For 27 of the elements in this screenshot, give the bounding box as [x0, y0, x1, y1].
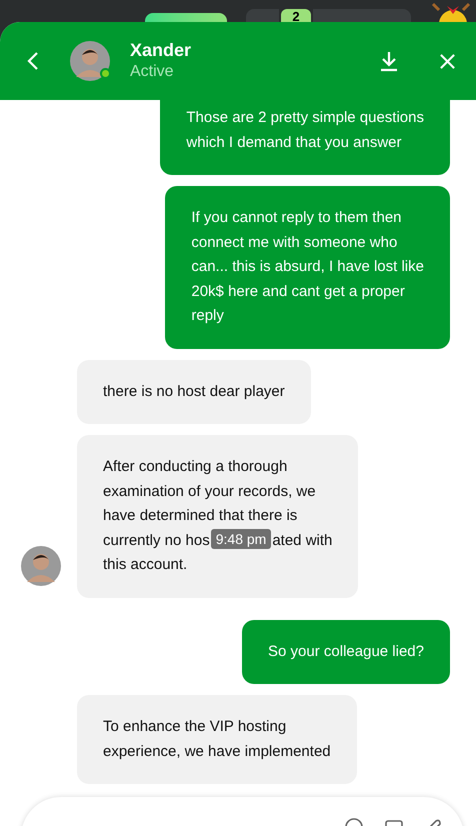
- contact-name: Xander: [130, 39, 192, 61]
- top-bar-button[interactable]: [145, 13, 227, 22]
- message-text: Those are 2 pretty simple questions: [186, 108, 424, 128]
- message-text: To enhance the VIP hosting: [103, 717, 288, 737]
- message-text: reply: [191, 306, 225, 326]
- timestamp-tooltip: 9:48 pm: [210, 528, 272, 549]
- download-icon[interactable]: [379, 50, 399, 72]
- avatar: [21, 546, 61, 586]
- message-text: connect me with someone who: [191, 232, 398, 252]
- message-text: 20k$ here and cant get a proper: [191, 282, 406, 302]
- message-text: can... this is absurd, I have lost like: [191, 257, 424, 277]
- message-text: there is no host dear player: [103, 382, 285, 402]
- message-text: experience, we have implemented: [103, 742, 331, 762]
- message-text: After conducting a thorough: [103, 457, 288, 477]
- message-text: currently no hos: [103, 530, 210, 550]
- close-icon[interactable]: [439, 52, 456, 70]
- message-text: which I demand that you answer: [186, 132, 402, 152]
- contact-status: Active: [130, 62, 175, 82]
- message-text: ated with: [272, 530, 332, 550]
- message-text: this account.: [103, 555, 188, 575]
- message-text: If you cannot reply to them then: [191, 208, 402, 228]
- avatar: [70, 41, 110, 81]
- message-text: examination of your records, we: [103, 482, 317, 502]
- back-icon[interactable]: [26, 51, 40, 71]
- message-text: So your colleague lied?: [268, 642, 424, 662]
- message-text: have determined that there is: [103, 506, 298, 526]
- notification-badge: 2: [281, 9, 311, 22]
